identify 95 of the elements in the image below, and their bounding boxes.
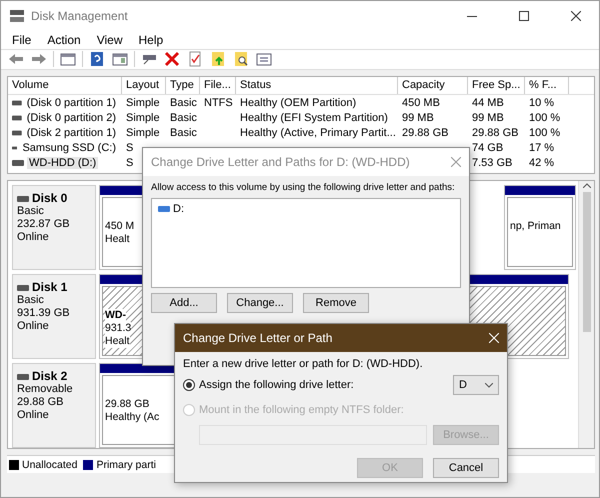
table-cell: 99 MB — [472, 112, 504, 124]
column-header[interactable]: Status — [236, 77, 398, 94]
scroll-thumb[interactable] — [582, 192, 590, 332]
table-cell: S — [126, 142, 134, 154]
chevron-down-icon[interactable] — [485, 382, 493, 388]
menu-item[interactable]: File — [5, 32, 38, 47]
table-cell: 42 % — [529, 156, 554, 168]
drive-letter-dropdown[interactable]: D — [453, 375, 499, 395]
disk-type: Basic — [17, 294, 45, 307]
window-title: Disk Management — [31, 9, 129, 23]
dialog-button[interactable]: Cancel — [433, 458, 499, 478]
table-cell: Simple — [126, 96, 160, 108]
partition-label: WD- — [105, 309, 126, 322]
close-icon[interactable] — [571, 11, 581, 21]
instruction-text: Allow access to this volume by using the following drive letter and paths: — [151, 182, 455, 193]
volume-name[interactable]: Samsung SSD (C:) — [20, 142, 118, 154]
table-cell: 99 MB — [402, 112, 434, 124]
disk-state: Online — [17, 231, 50, 244]
volume-name[interactable]: (Disk 0 partition 2) — [24, 112, 118, 124]
table-cell: 450 MB — [402, 96, 440, 108]
column-header[interactable]: % F... — [525, 77, 569, 94]
disk-management-icon — [9, 9, 25, 23]
legend-label: Primary parti — [96, 458, 156, 470]
drive-icon — [17, 374, 29, 380]
column-header[interactable]: Free Sp... — [468, 77, 525, 94]
menu-item[interactable]: View — [90, 32, 130, 47]
table-cell: 29.88 GB — [472, 126, 518, 138]
scrollbar[interactable] — [578, 181, 594, 448]
volume-name[interactable]: (Disk 0 partition 1) — [24, 96, 118, 108]
table-cell: 100 % — [529, 126, 560, 138]
table-cell: S — [126, 156, 134, 168]
table-cell: Basic — [170, 112, 197, 124]
dialog-button[interactable]: Add... — [151, 293, 217, 313]
column-header[interactable]: Layout — [122, 77, 166, 94]
partition-block[interactable]: np, Priman — [504, 185, 576, 270]
help-icon[interactable] — [88, 50, 106, 68]
drive-icon — [17, 284, 29, 290]
drive-icon — [12, 144, 18, 150]
instruction-text: Enter a new drive letter or path for D: (WD-HDD). — [183, 358, 423, 370]
drive-icon — [17, 196, 29, 202]
table-cell: 100 % — [529, 112, 560, 124]
table-cell: Basic — [170, 96, 197, 108]
dialog-title: Change Drive Letter or Path — [183, 331, 334, 345]
table-cell: Healthy (Active, Primary Partit... — [240, 126, 396, 138]
disk-name: Disk 0 — [32, 192, 68, 205]
partition-label: Healthy (Ac — [105, 411, 160, 424]
disk-size: 232.87 GB — [17, 218, 71, 231]
option-label: Mount in the following empty NTFS folder: — [199, 404, 405, 416]
menu-item[interactable]: Action — [40, 32, 88, 47]
column-header[interactable]: Volume — [8, 77, 122, 94]
table-cell: 74 GB — [472, 142, 504, 154]
partition-label: Healt — [105, 335, 130, 348]
table-cell: Simple — [126, 126, 160, 138]
path-entry[interactable]: D: — [173, 203, 184, 215]
scroll-up-icon[interactable] — [582, 183, 590, 188]
folder-up-icon[interactable] — [209, 50, 227, 68]
dialog-button[interactable]: Remove — [303, 293, 369, 313]
maximize-icon[interactable] — [519, 11, 529, 21]
partition-label: np, Priman — [510, 220, 561, 233]
dialog-title: Change Drive Letter and Paths for D: (WD-HDD) — [151, 155, 411, 169]
paths-list[interactable]: D: — [151, 198, 461, 288]
column-header[interactable]: Type — [166, 77, 200, 94]
menu-item[interactable]: Help — [132, 32, 170, 47]
partition-label: 931.3 — [105, 322, 132, 335]
drive-icon — [158, 206, 170, 212]
volume-name[interactable]: WD-HDD (D:) — [27, 156, 98, 168]
table-cell: Basic — [170, 126, 197, 138]
table-cell: NTFS — [204, 96, 233, 108]
table-cell: 7.53 GB — [472, 156, 512, 168]
table-cell: 44 MB — [472, 96, 504, 108]
folder-search-icon[interactable] — [232, 50, 250, 68]
disk-size: 29.88 GB — [17, 396, 64, 409]
table-cell: 29.88 GB — [402, 126, 448, 138]
delete-icon[interactable] — [163, 50, 181, 68]
table-cell: 10 % — [529, 96, 554, 108]
legend-label: Unallocated — [22, 458, 78, 470]
volume-name[interactable]: (Disk 2 partition 1) — [24, 126, 118, 138]
disk-size: 931.39 GB — [17, 307, 71, 320]
table-cell: 17 % — [529, 142, 554, 154]
table-cell: Healthy (OEM Partition) — [240, 96, 356, 108]
dialog-button[interactable]: Change... — [227, 293, 293, 313]
column-header[interactable]: File... — [200, 77, 236, 94]
radio-button[interactable] — [183, 379, 195, 391]
column-header[interactable]: Capacity — [398, 77, 468, 94]
disk-state: Online — [17, 320, 50, 333]
drive-icon — [12, 160, 24, 166]
table-cell: Simple — [126, 112, 160, 124]
partition-stripe — [505, 186, 575, 195]
option-label: Assign the following drive letter: — [199, 379, 355, 391]
disk-type: Basic — [17, 205, 45, 218]
table-cell: Healthy (EFI System Partition) — [240, 112, 388, 124]
disk-name: Disk 2 — [32, 370, 68, 383]
disk-name: Disk 1 — [32, 281, 68, 294]
disk-type: Removable — [17, 383, 74, 396]
disk-state: Online — [17, 409, 50, 422]
